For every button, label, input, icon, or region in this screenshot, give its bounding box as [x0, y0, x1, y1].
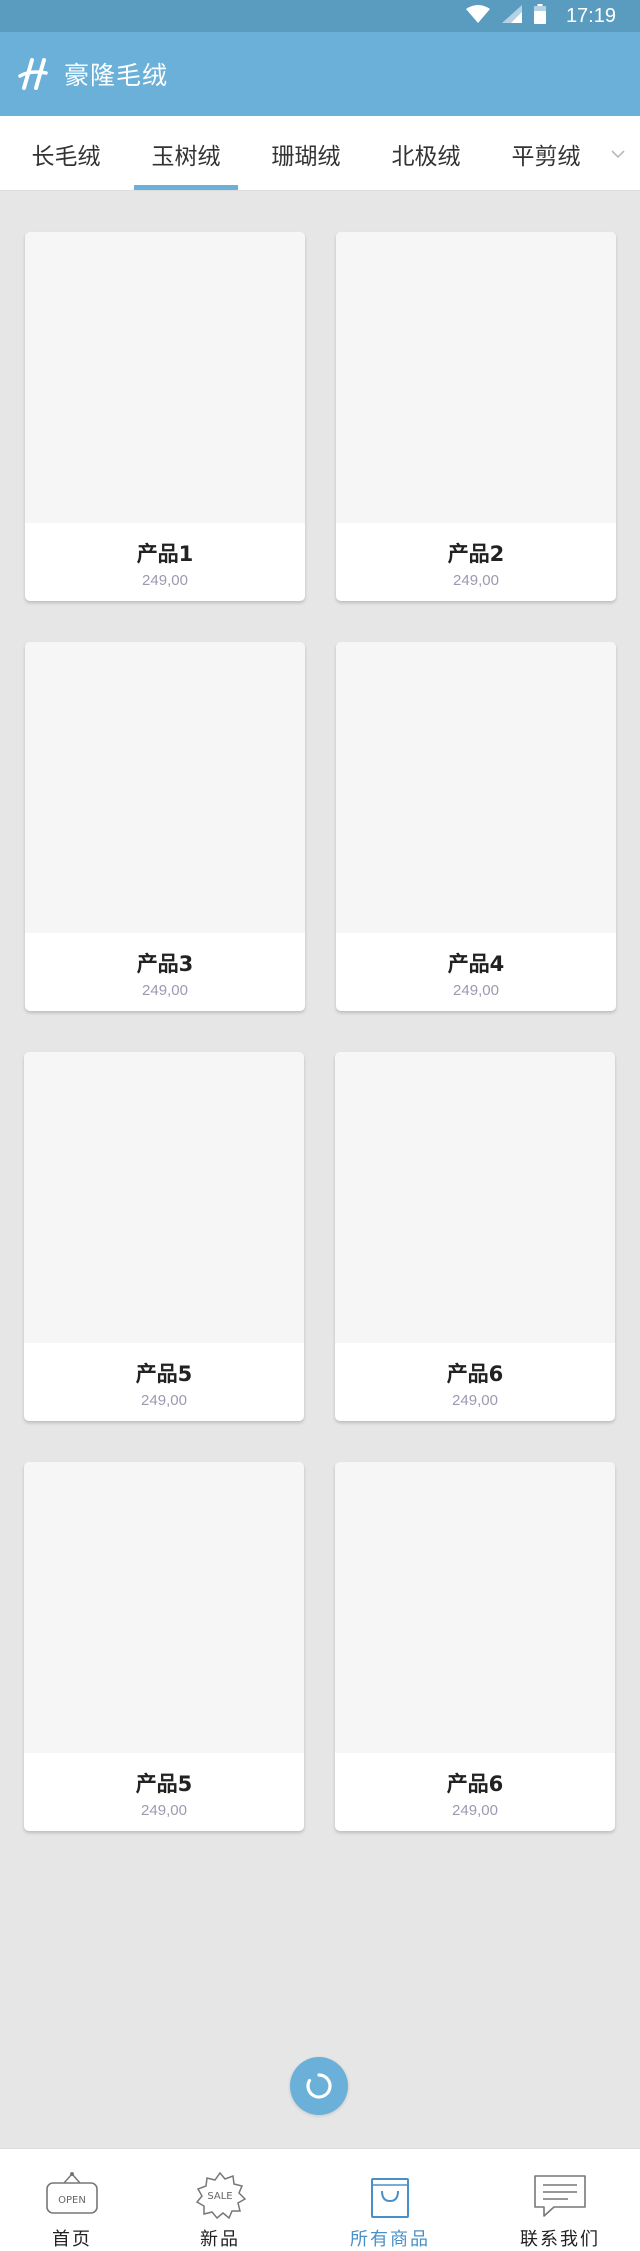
tab-flat-cut-plush[interactable]: 平剪绒 — [494, 116, 598, 191]
nav-label: 联系我们 — [520, 2229, 600, 2250]
tab-label: 平剪绒 — [511, 143, 581, 170]
nav-label: 首页 — [52, 2229, 92, 2250]
nav-contact-us[interactable]: 联系我们 — [508, 2149, 612, 2251]
product-price: 249,00 — [453, 982, 499, 999]
product-price: 249,00 — [142, 572, 188, 589]
product-name: 产品5 — [135, 1362, 193, 1386]
product-price: 249,00 — [141, 1802, 187, 1819]
product-name: 产品6 — [446, 1772, 504, 1796]
app-screen: 17:19 豪隆毛绒 长毛绒 玉树绒 珊瑚绒 北极绒 平剪绒 产品1 249,0… — [0, 0, 640, 2251]
product-card[interactable]: 产品4 249,00 — [336, 642, 616, 1011]
tab-label: 北极绒 — [391, 143, 461, 170]
nav-new-arrivals[interactable]: SALE 新品 — [168, 2149, 272, 2251]
product-image — [25, 642, 305, 933]
product-name: 产品6 — [446, 1362, 504, 1386]
battery-icon — [533, 4, 546, 28]
signal-icon — [501, 5, 522, 27]
status-icons: 17:19 — [465, 0, 616, 32]
product-name: 产品4 — [447, 952, 505, 976]
svg-text:OPEN: OPEN — [58, 2195, 86, 2206]
sale-badge-icon: SALE — [192, 2163, 248, 2219]
loading-spinner-icon — [306, 2073, 332, 2099]
product-image — [24, 1462, 304, 1753]
product-card[interactable]: 产品1 249,00 — [25, 232, 305, 601]
nav-home[interactable]: OPEN 首页 — [20, 2149, 124, 2251]
product-card[interactable]: 产品5 249,00 — [24, 1052, 304, 1421]
product-image — [24, 1052, 304, 1343]
app-bar: 豪隆毛绒 — [0, 32, 640, 116]
product-price: 249,00 — [141, 1392, 187, 1409]
tab-long-plush[interactable]: 长毛绒 — [14, 116, 118, 191]
product-name: 产品2 — [447, 542, 505, 566]
tab-label: 长毛绒 — [31, 143, 101, 170]
product-name: 产品3 — [136, 952, 194, 976]
nav-label: 所有商品 — [350, 2229, 430, 2250]
product-card[interactable]: 产品6 249,00 — [335, 1462, 615, 1831]
tab-label: 珊瑚绒 — [271, 143, 341, 170]
product-card[interactable]: 产品2 249,00 — [336, 232, 616, 601]
product-price: 249,00 — [452, 1802, 498, 1819]
product-price: 249,00 — [452, 1392, 498, 1409]
app-title: 豪隆毛绒 — [64, 61, 169, 90]
tab-label: 玉树绒 — [151, 143, 221, 170]
chat-bubble-icon — [532, 2163, 588, 2219]
tab-coral-fleece[interactable]: 珊瑚绒 — [254, 116, 358, 191]
refresh-button[interactable] — [290, 2057, 348, 2115]
product-image — [335, 1052, 615, 1343]
bottom-navigation: OPEN 首页 SALE 新品 所有商品 联系我们 — [0, 2148, 640, 2251]
tab-active-indicator — [134, 185, 238, 190]
status-time: 17:19 — [565, 4, 616, 27]
open-sign-icon: OPEN — [43, 2163, 101, 2219]
status-bar: 17:19 — [0, 0, 640, 32]
product-image — [336, 232, 616, 523]
product-price: 249,00 — [453, 572, 499, 589]
nav-all-products[interactable]: 所有商品 — [334, 2149, 446, 2251]
product-name: 产品1 — [136, 542, 194, 566]
shopping-bag-icon — [368, 2163, 412, 2219]
tab-yushu-plush[interactable]: 玉树绒 — [134, 116, 238, 191]
product-card[interactable]: 产品3 249,00 — [25, 642, 305, 1011]
product-card[interactable]: 产品6 249,00 — [335, 1052, 615, 1421]
app-logo-icon[interactable] — [16, 56, 52, 92]
category-tab-bar: 长毛绒 玉树绒 珊瑚绒 北极绒 平剪绒 — [0, 116, 640, 191]
nav-label: 新品 — [200, 2229, 240, 2250]
product-image — [25, 232, 305, 523]
product-price: 249,00 — [142, 982, 188, 999]
product-name: 产品5 — [135, 1772, 193, 1796]
chevron-down-icon[interactable] — [604, 116, 632, 191]
svg-text:SALE: SALE — [207, 2191, 232, 2202]
product-card[interactable]: 产品5 249,00 — [24, 1462, 304, 1831]
product-image — [336, 642, 616, 933]
product-image — [335, 1462, 615, 1753]
wifi-icon — [465, 5, 490, 27]
tab-polar-fleece[interactable]: 北极绒 — [374, 116, 478, 191]
